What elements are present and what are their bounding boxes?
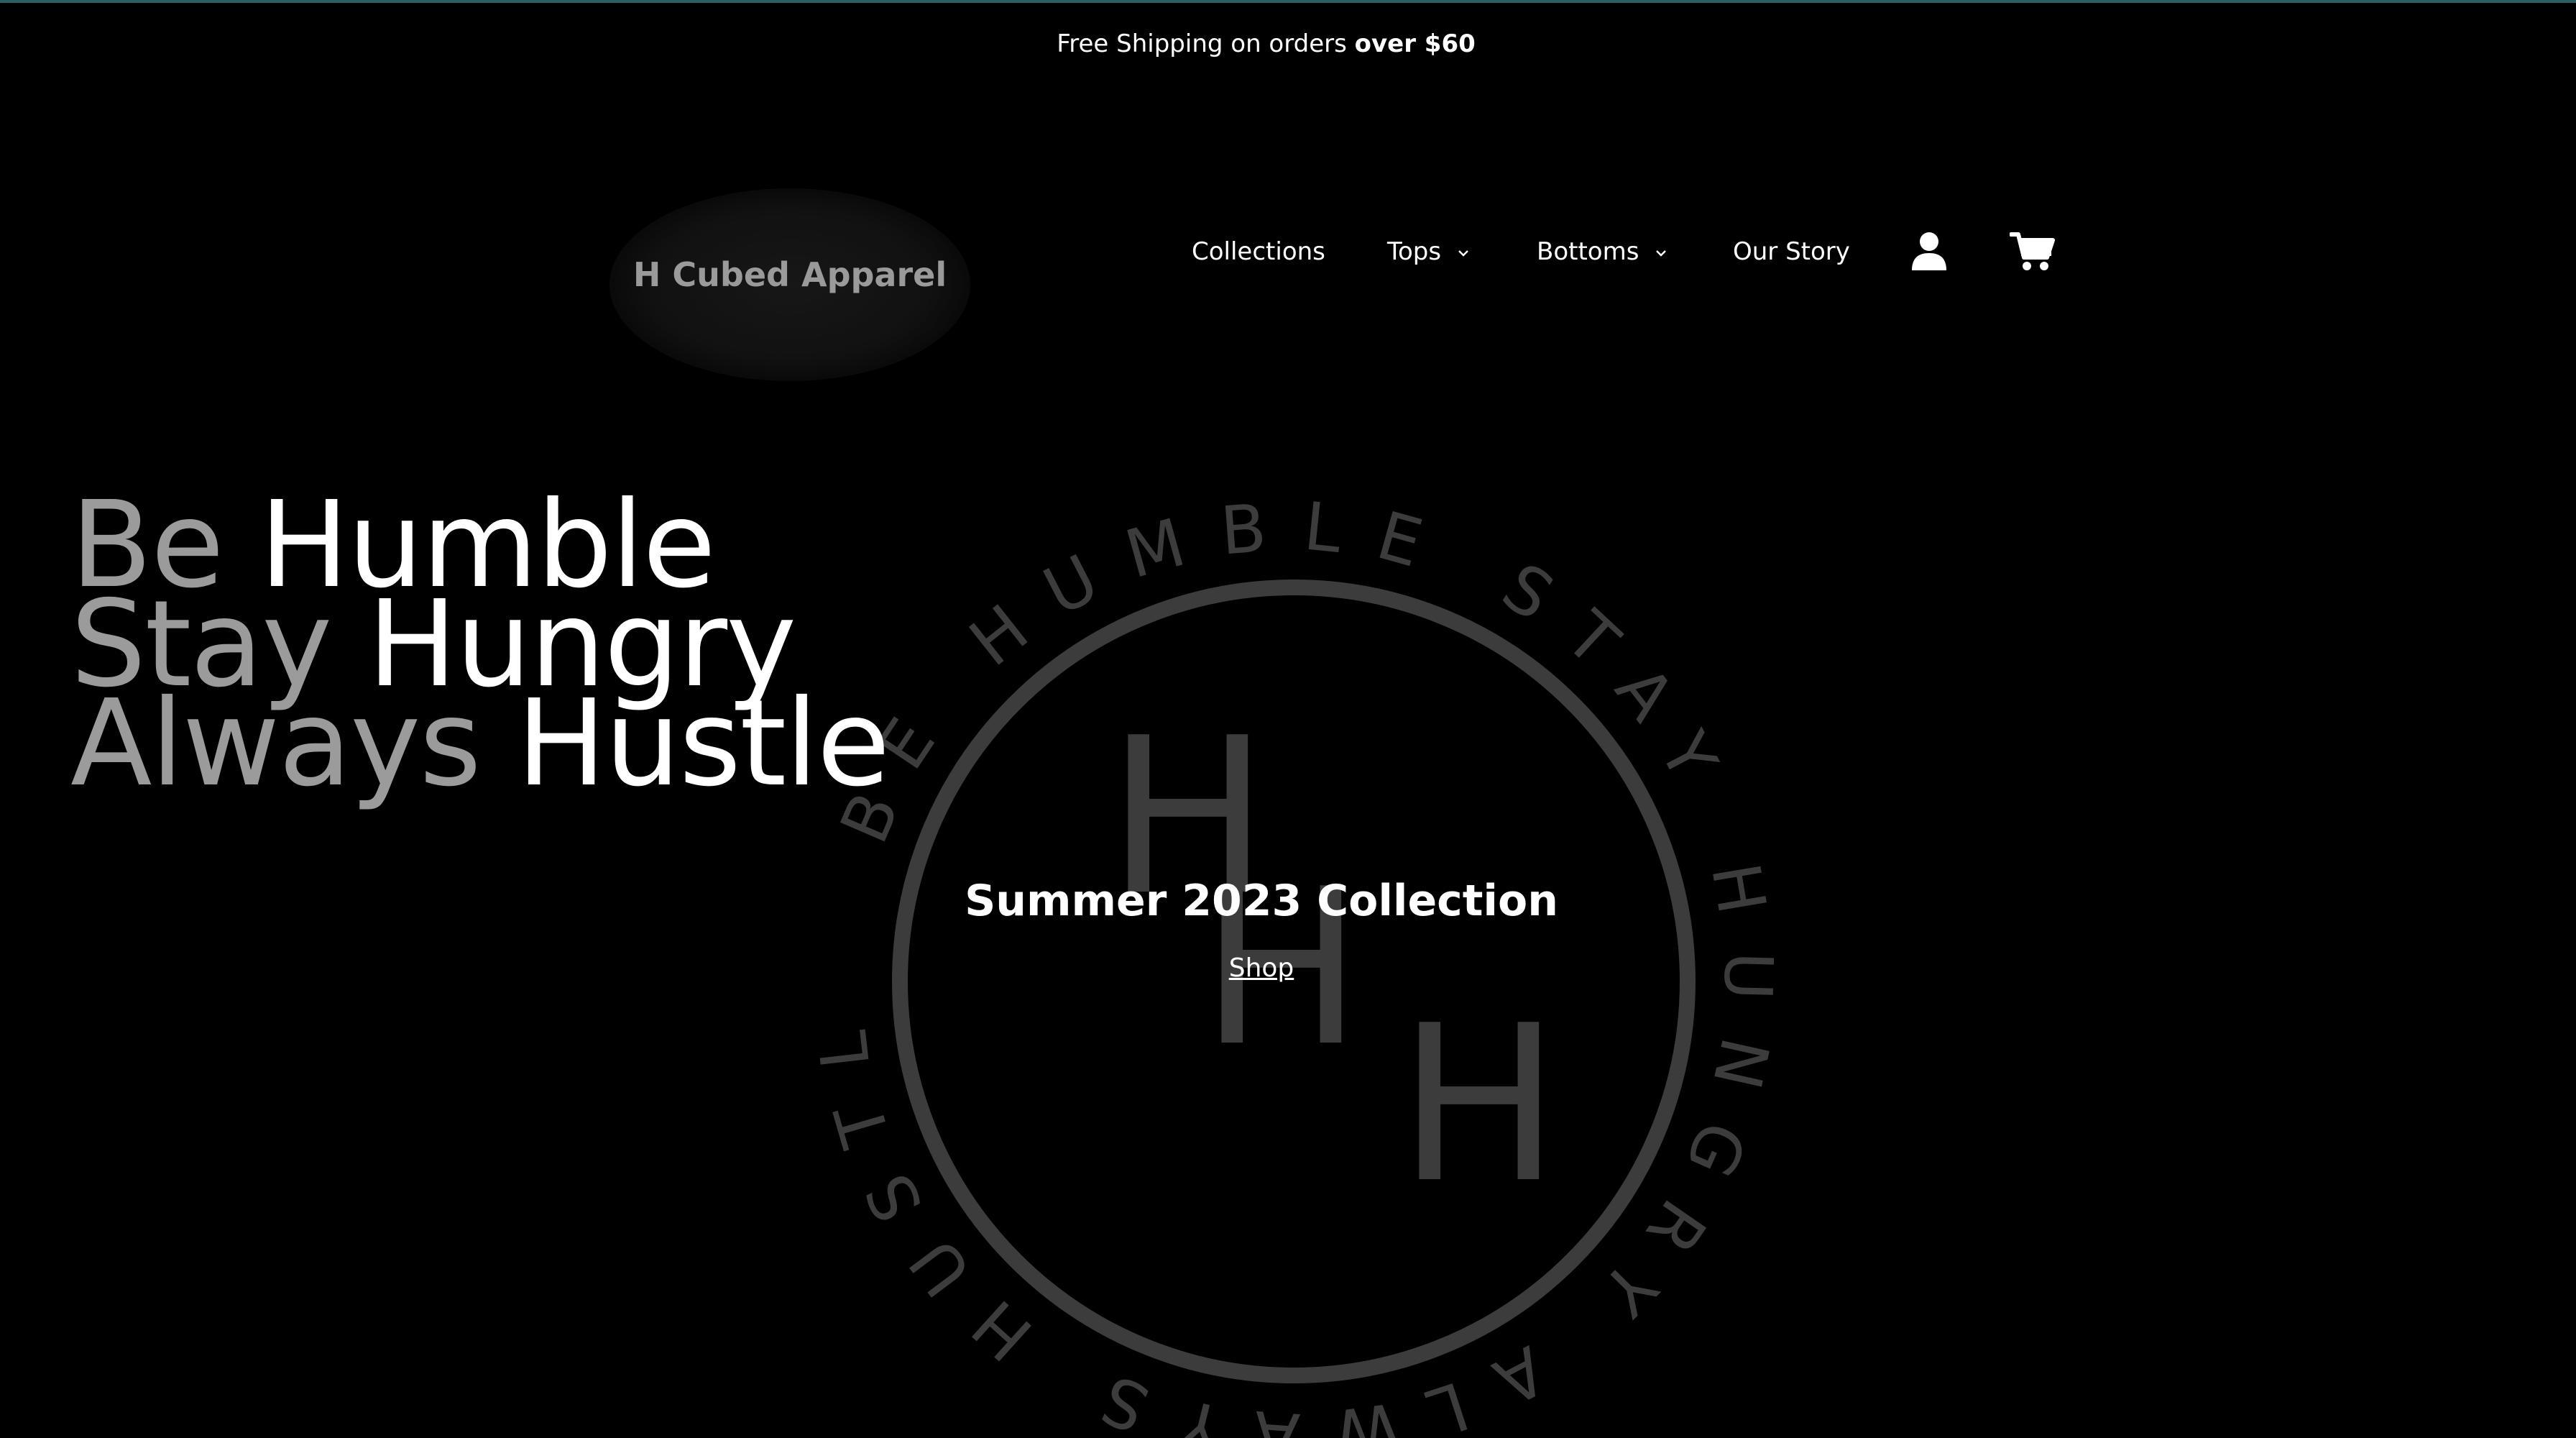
cart-button[interactable] [2009, 229, 2056, 275]
nav-tops-label: Tops [1387, 237, 1442, 266]
nav-collections[interactable]: Collections [1192, 230, 1325, 273]
chevron-down-icon [1656, 249, 1667, 257]
announcement-highlight: over $60 [1354, 29, 1476, 58]
hero-headline: Be Humble Stay Hungry Always Hustle [70, 486, 891, 804]
collection-title: Summer 2023 Collection [965, 876, 1558, 926]
user-icon [1912, 232, 1946, 270]
main-nav: Collections Tops Bottoms Our Story [0, 230, 2576, 273]
nav-bottoms[interactable]: Bottoms [1537, 230, 1667, 273]
page: Free Shipping on orders over $60 H Cubed… [0, 0, 2576, 1438]
cart-icon [2009, 232, 2055, 270]
top-divider [0, 0, 2576, 3]
nav-tops[interactable]: Tops [1387, 230, 1469, 273]
chevron-down-icon [1458, 249, 1468, 257]
headline-line-3: Always Hustle [70, 684, 891, 804]
nav-our-story[interactable]: Our Story [1733, 230, 1850, 273]
announcement-text: Free Shipping on orders [1057, 29, 1355, 58]
nav-collections-label: Collections [1192, 237, 1325, 266]
announcement-bar: Free Shipping on orders over $60 [0, 26, 2532, 62]
headline-word: Hustle [516, 674, 891, 813]
account-button[interactable] [1906, 229, 1952, 275]
headline-word: Always [70, 674, 482, 813]
emblem-letter-3: H [1398, 979, 1560, 1230]
shop-link[interactable]: Shop [1190, 953, 1333, 983]
nav-bottoms-label: Bottoms [1537, 237, 1639, 266]
nav-our-story-label: Our Story [1733, 237, 1850, 266]
